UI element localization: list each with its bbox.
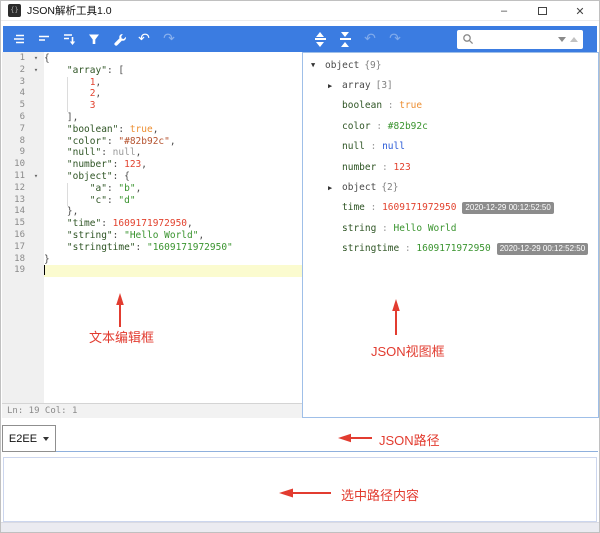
filter-icon — [87, 32, 101, 46]
editor-line[interactable]: 16 "string": "Hello World", — [2, 230, 302, 242]
json-tree-view[interactable]: ▼object{9}▶array[3]boolean : truecolor :… — [302, 52, 599, 418]
format-json-icon — [12, 32, 26, 46]
search-box — [457, 30, 583, 49]
expand-all-icon — [315, 32, 326, 47]
tree-row[interactable]: ▶object{2} — [303, 177, 598, 197]
format-json-button[interactable] — [10, 30, 28, 48]
editor-line[interactable]: 11▾ "object": { — [2, 171, 302, 183]
filter-button[interactable] — [85, 30, 103, 48]
redo-button[interactable]: ↷ — [160, 30, 178, 48]
timestamp-badge: 2020-12-29 00:12:52:50 — [462, 202, 553, 214]
close-button[interactable]: ✕ — [569, 2, 591, 20]
editor-line[interactable]: 19 — [2, 265, 302, 277]
tree-row[interactable]: stringtime : 16091719729502020-12-29 00:… — [303, 239, 598, 259]
editor-line[interactable]: 10 "number": 123, — [2, 159, 302, 171]
tree-toggle-icon[interactable]: ▶ — [328, 82, 342, 90]
editor-line[interactable]: 17 "stringtime": "1609171972950" — [2, 242, 302, 254]
annotation-tree-label: JSON视图框 — [371, 341, 445, 360]
tree-row[interactable]: color : #82b92c — [303, 116, 598, 136]
wrench-icon — [112, 32, 126, 46]
editor-line[interactable]: 12 "a": "b", — [2, 183, 302, 195]
undo-button[interactable]: ↶ — [135, 30, 153, 48]
app-window: {} JSON解析工具1.0 – ✕ ↶ ↷ — [0, 0, 600, 533]
search-icon — [462, 33, 474, 45]
window-bottom-edge — [1, 522, 599, 533]
path-format-value: E2EE — [9, 433, 37, 445]
search-next-icon[interactable] — [558, 37, 566, 42]
maximize-icon — [538, 7, 547, 15]
editor-status-bar: Ln: 19 Col: 1 — [2, 403, 302, 418]
sort-button[interactable] — [60, 30, 78, 48]
search-prev-icon[interactable] — [570, 37, 578, 42]
timestamp-badge: 2020-12-29 00:12:52:50 — [497, 243, 588, 255]
arrow-up-tree-icon — [389, 299, 403, 335]
tree-redo-icon: ↷ — [389, 32, 401, 46]
undo-icon: ↶ — [138, 32, 150, 46]
editor-rows[interactable]: 1▾{2▾ "array": [3 1,4 2,5 36 ],7 "boolea… — [2, 53, 302, 277]
tree-undo-button[interactable]: ↶ — [361, 30, 379, 48]
editor-line[interactable]: 1▾{ — [2, 53, 302, 65]
sort-icon — [62, 32, 77, 46]
tree-redo-button[interactable]: ↷ — [386, 30, 404, 48]
tree-toggle-icon[interactable]: ▶ — [328, 184, 342, 192]
annotation-selection-label: 选中路径内容 — [341, 485, 419, 504]
tree-row[interactable]: boolean : true — [303, 96, 598, 116]
minimize-button[interactable]: – — [493, 2, 515, 20]
annotation-editor-label: 文本编辑框 — [89, 327, 154, 346]
editor-line[interactable]: 15 "time": 1609171972950, — [2, 218, 302, 230]
expand-all-button[interactable] — [311, 30, 329, 48]
close-icon: ✕ — [575, 5, 584, 18]
app-logo-icon: {} — [8, 4, 21, 17]
editor-line[interactable]: 4 2, — [2, 88, 302, 100]
repair-button[interactable] — [110, 30, 128, 48]
chevron-down-icon — [43, 437, 49, 441]
arrow-left-selection-icon — [279, 487, 331, 499]
json-text-editor[interactable]: 1▾{2▾ "array": [3 1,4 2,5 36 ],7 "boolea… — [2, 52, 302, 403]
tree-row[interactable]: string : Hello World — [303, 218, 598, 238]
editor-line[interactable]: 13 "c": "d" — [2, 195, 302, 207]
text-cursor — [44, 265, 45, 275]
arrow-left-path-icon — [338, 432, 372, 444]
tree-row[interactable]: ▼object{9} — [303, 55, 598, 75]
toolbar: ↶ ↷ ↶ ↷ — [3, 26, 597, 52]
collapse-all-button[interactable] — [336, 30, 354, 48]
editor-line[interactable]: 3 1, — [2, 77, 302, 89]
redo-icon: ↷ — [163, 32, 175, 46]
search-input[interactable] — [474, 34, 554, 45]
editor-line[interactable]: 9 "null": null, — [2, 147, 302, 159]
json-path-bar: E2EE — [2, 425, 598, 452]
tree-row[interactable]: time : 16091719729502020-12-29 00:12:52:… — [303, 198, 598, 218]
tree-row[interactable]: null : null — [303, 137, 598, 157]
collapse-all-icon — [340, 32, 351, 47]
editor-line[interactable]: 8 "color": "#82b92c", — [2, 136, 302, 148]
json-path-input[interactable] — [56, 425, 598, 451]
compact-json-icon — [37, 32, 51, 46]
minimize-icon: – — [501, 5, 507, 17]
arrow-up-editor-icon — [113, 293, 127, 327]
compact-json-button[interactable] — [35, 30, 53, 48]
editor-line[interactable]: 2▾ "array": [ — [2, 65, 302, 77]
editor-line[interactable]: 6 ], — [2, 112, 302, 124]
tree-row[interactable]: ▶array[3] — [303, 75, 598, 95]
editor-line[interactable]: 18} — [2, 254, 302, 266]
tree-undo-icon: ↶ — [364, 32, 376, 46]
maximize-button[interactable] — [531, 2, 553, 20]
path-format-select[interactable]: E2EE — [2, 425, 56, 452]
window-title: JSON解析工具1.0 — [27, 3, 112, 18]
annotation-path-label: JSON路径 — [379, 430, 440, 449]
tree-toggle-icon[interactable]: ▼ — [311, 61, 325, 69]
editor-line[interactable]: 7 "boolean": true, — [2, 124, 302, 136]
editor-line[interactable]: 5 3 — [2, 100, 302, 112]
tree-row[interactable]: number : 123 — [303, 157, 598, 177]
title-bar: {} JSON解析工具1.0 – ✕ — [1, 1, 599, 21]
editor-line[interactable]: 14 }, — [2, 206, 302, 218]
